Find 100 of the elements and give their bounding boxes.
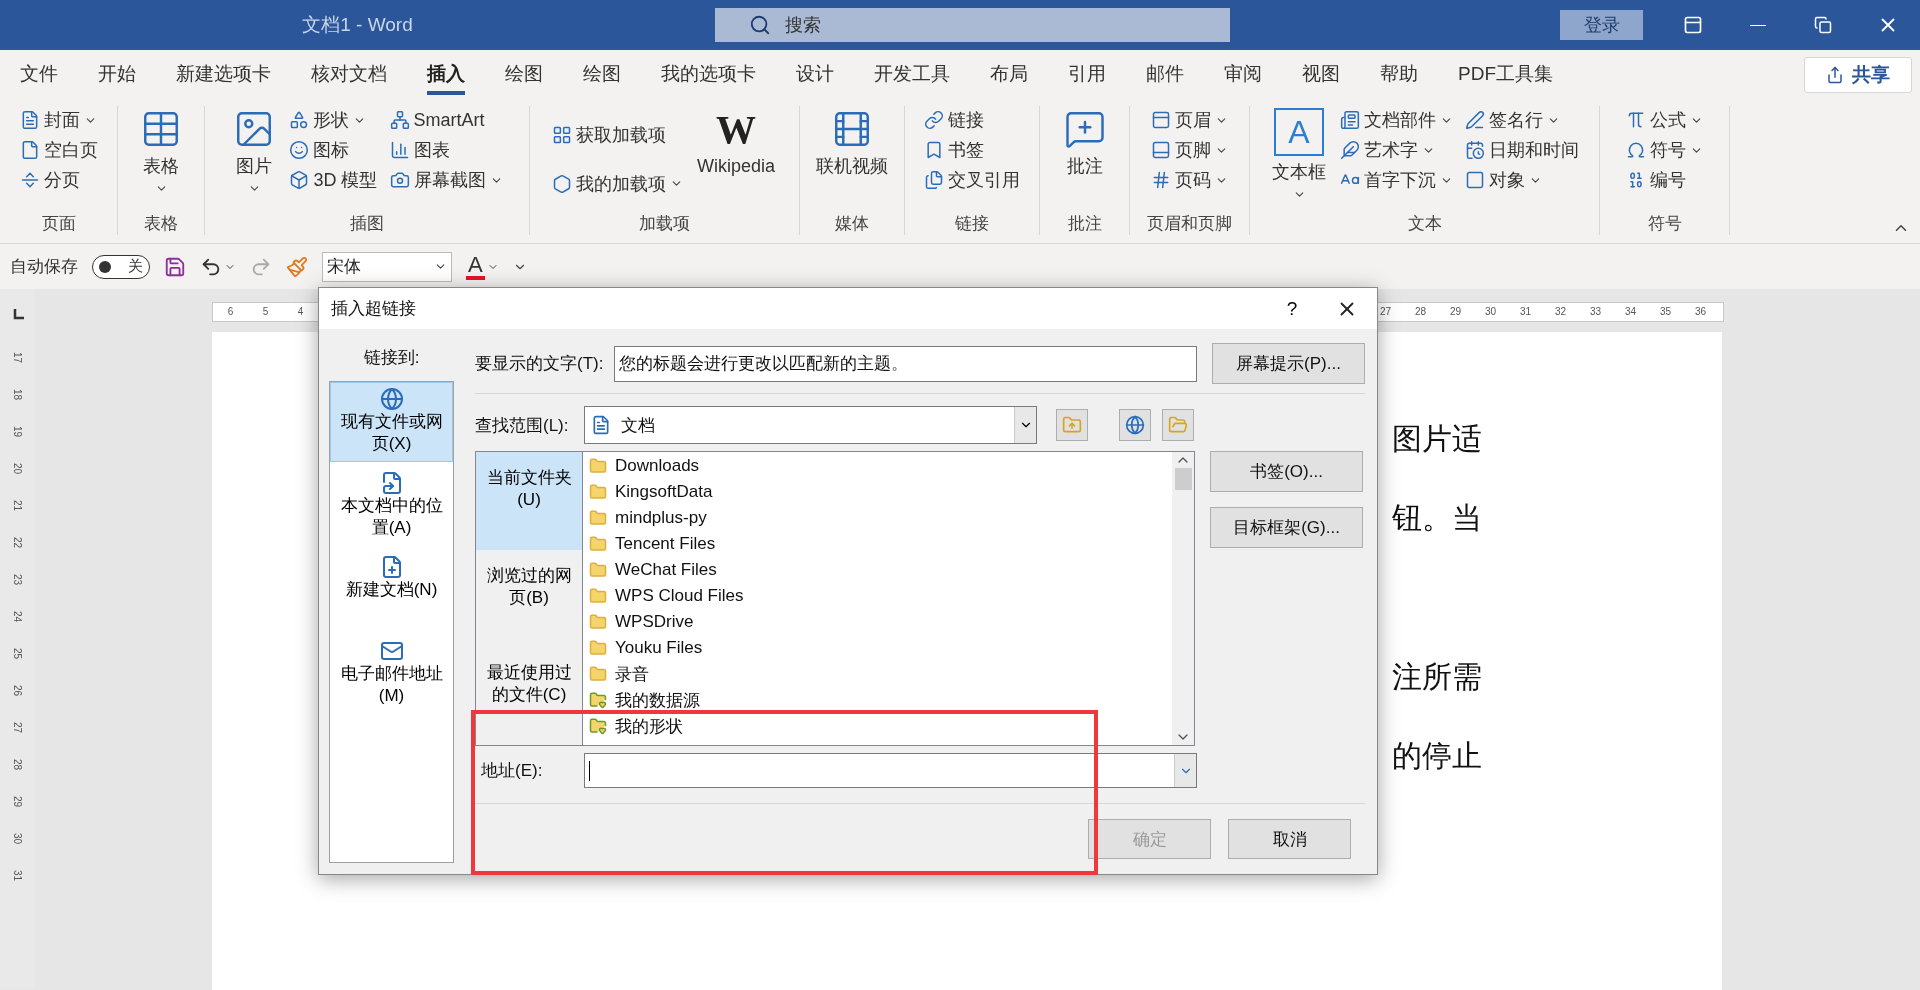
ruler-number: 20 xyxy=(11,462,24,475)
ribbon-button[interactable]: 签名行 xyxy=(1463,106,1581,134)
ribbon-tab[interactable]: 布局 xyxy=(990,55,1028,95)
file-item[interactable]: WeChat Files xyxy=(583,560,717,580)
ribbon-button[interactable]: 艺术字 xyxy=(1338,136,1455,164)
file-item[interactable]: 我的形状 xyxy=(583,716,683,736)
ribbon-tab[interactable]: 邮件 xyxy=(1146,55,1184,95)
autosave-toggle[interactable]: 关 xyxy=(92,254,150,279)
look-in-dropdown[interactable]: 文档 xyxy=(584,406,1037,444)
ribbon-button[interactable]: 空白页 xyxy=(17,136,100,164)
ribbon-button[interactable]: 页眉 xyxy=(1149,106,1230,134)
ribbon-button[interactable]: 页码 xyxy=(1149,166,1230,194)
ribbon-tab[interactable]: 开始 xyxy=(98,55,136,95)
format-painter-button[interactable] xyxy=(286,255,308,278)
ribbon-button[interactable]: 图标 xyxy=(287,136,380,164)
field-label: 要显示的文字(T): xyxy=(475,353,605,375)
restore-icon xyxy=(1813,16,1832,34)
ribbon-button[interactable]: W Wikipedia xyxy=(693,106,779,179)
ribbon-tab[interactable]: 绘图 xyxy=(505,55,543,95)
ribbon-tab[interactable]: 视图 xyxy=(1302,55,1340,95)
ribbon-tab[interactable]: PDF工具集 xyxy=(1458,55,1553,95)
search-field[interactable]: 搜索 xyxy=(715,8,1230,42)
ribbon-button[interactable]: 页脚 xyxy=(1149,136,1230,164)
ribbon-button[interactable]: 分页 xyxy=(17,166,100,194)
file-item[interactable]: Downloads xyxy=(583,456,700,476)
ribbon-button[interactable]: 联机视频 xyxy=(812,106,892,180)
ribbon-button[interactable]: 图片 xyxy=(229,106,280,197)
ribbon-tab[interactable]: 引用 xyxy=(1068,55,1106,95)
search-icon xyxy=(749,14,771,36)
ribbon-button[interactable]: 表格 xyxy=(136,106,186,197)
ruler-number: 30 xyxy=(1483,305,1498,319)
view-item[interactable]: 浏览过的网页(B) xyxy=(476,549,582,648)
ruler-number: 23 xyxy=(11,573,24,586)
browse-web-button[interactable] xyxy=(1119,409,1151,441)
ribbon-tab[interactable]: 我的选项卡 xyxy=(661,55,756,95)
ribbon-button[interactable]: 交叉引用 xyxy=(922,166,1022,194)
file-item[interactable]: 录音 xyxy=(583,664,649,684)
file-item[interactable]: KingsoftData xyxy=(583,482,713,502)
bar-chart-icon xyxy=(389,140,410,160)
ribbon-button[interactable]: 封面 xyxy=(17,106,100,134)
file-item[interactable]: WPSDrive xyxy=(583,612,694,632)
bookmark-icon xyxy=(924,140,944,160)
file-item[interactable]: mindplus-py xyxy=(583,508,707,528)
paintbrush-icon xyxy=(286,255,308,278)
ribbon-tab[interactable]: 核对文档 xyxy=(311,55,387,95)
ribbon-tab[interactable]: 插入 xyxy=(427,55,465,95)
ribbon-tab[interactable]: 审阅 xyxy=(1224,55,1262,95)
ribbon-tab[interactable]: 帮助 xyxy=(1380,55,1418,95)
diagram-icon xyxy=(389,110,410,130)
ribbon-button[interactable]: 屏幕截图 xyxy=(387,166,505,194)
share-button[interactable]: 共享 xyxy=(1804,57,1912,93)
view-item[interactable]: 当前文件夹(U) xyxy=(476,452,582,550)
ribbon-button[interactable]: 图表 xyxy=(387,136,505,164)
font-color-button[interactable]: A xyxy=(466,253,499,280)
ruler-number: 26 xyxy=(11,684,24,697)
ribbon-tab[interactable]: 绘图 xyxy=(583,55,621,95)
folder-open-icon xyxy=(1168,415,1188,435)
file-item[interactable]: 我的数据源 xyxy=(583,690,700,710)
link-type-item[interactable]: 本文档中的位置(A) xyxy=(330,466,453,546)
feather-icon xyxy=(1340,140,1360,160)
ribbon-button[interactable]: 3D 模型 xyxy=(287,166,380,194)
ribbon-button[interactable]: 文档部件 xyxy=(1338,106,1455,134)
ribbon-button[interactable]: 符号 xyxy=(1624,136,1705,164)
ribbon-button[interactable]: SmartArt xyxy=(387,106,505,134)
dialog-button[interactable]: 书签(O)... xyxy=(1210,451,1363,492)
ribbon-button[interactable]: 形状 xyxy=(287,106,380,134)
group-label: 链接 xyxy=(954,213,990,235)
ribbon-button[interactable]: 书签 xyxy=(922,136,1022,164)
scroll-thumb[interactable] xyxy=(1174,468,1192,490)
file-item[interactable]: Youku Files xyxy=(583,638,703,658)
ribbon-tab[interactable]: 开发工具 xyxy=(874,55,950,95)
ruler-number: 29 xyxy=(1448,305,1463,319)
link-type-item[interactable]: 电子邮件地址(M) xyxy=(330,634,453,714)
ribbon-tab[interactable]: 设计 xyxy=(796,55,834,95)
ribbon-button[interactable]: 首字下沉 xyxy=(1338,166,1455,194)
link-type-item[interactable]: 现有文件或网页(X) xyxy=(330,382,453,462)
font-dropdown[interactable]: 宋体 xyxy=(322,251,452,282)
save-button[interactable] xyxy=(164,255,186,278)
ribbon-tab[interactable]: 文件 xyxy=(20,55,58,95)
address-field[interactable] xyxy=(584,753,1197,788)
dialog-button[interactable]: 目标框架(G)... xyxy=(1210,507,1363,548)
ribbon-tab[interactable]: 新建选项卡 xyxy=(176,55,271,95)
screentip-button[interactable]: 屏幕提示(P)... xyxy=(1212,343,1365,384)
link-type-item[interactable]: 新建文档(N) xyxy=(330,550,453,630)
display-text-field[interactable]: 您的标题会进行更改以匹配新的主题。 xyxy=(614,345,1197,382)
sign-in-button[interactable]: 登录 xyxy=(1560,10,1643,40)
file-item[interactable]: Tencent Files xyxy=(583,534,716,554)
ribbon-button[interactable]: 对象 xyxy=(1463,166,1581,194)
ribbon-button[interactable]: 链接 xyxy=(922,106,1022,134)
ribbon-button[interactable]: 编号 xyxy=(1624,166,1705,194)
ribbon-button[interactable]: A 文本框 xyxy=(1268,106,1330,203)
ribbon-button[interactable]: 日期和时间 xyxy=(1463,136,1581,164)
view-item[interactable]: 最近使用过的文件(C) xyxy=(476,647,582,745)
ribbon-button[interactable]: 批注 xyxy=(1059,106,1110,180)
ribbon-button[interactable]: 公式 xyxy=(1624,106,1705,134)
dialog-button[interactable]: 取消 xyxy=(1228,819,1351,859)
ribbon-button[interactable]: 我的加载项 xyxy=(550,169,685,198)
help-button[interactable]: ? xyxy=(1267,296,1317,321)
file-item[interactable]: WPS Cloud Files xyxy=(583,586,744,606)
ribbon-button[interactable]: 获取加载项 xyxy=(550,120,685,149)
